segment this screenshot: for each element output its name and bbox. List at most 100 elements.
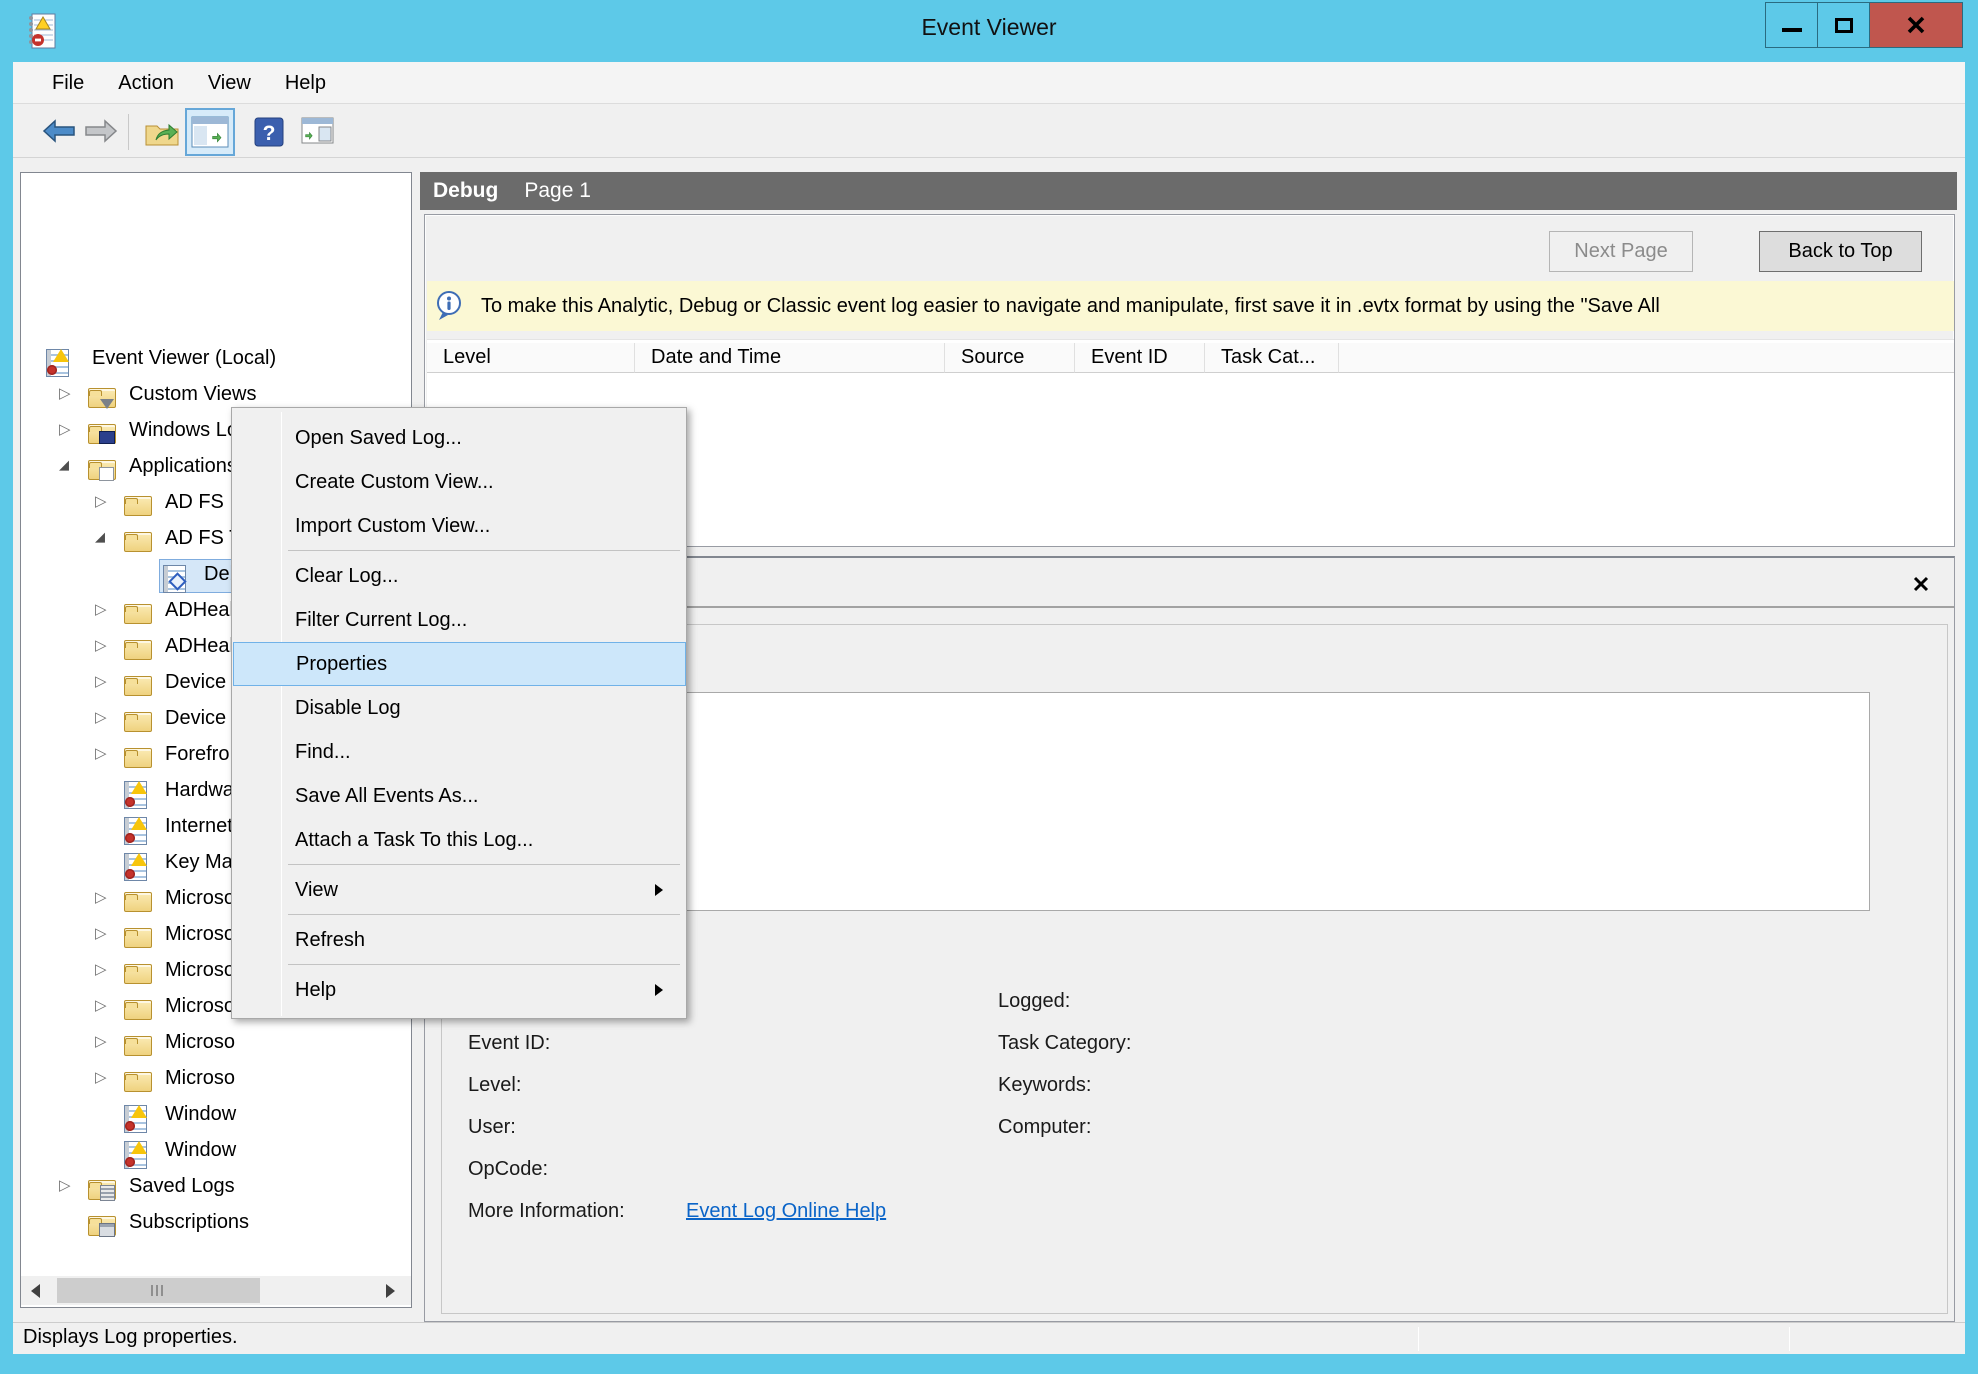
menu-item-disable-log[interactable]: Disable Log xyxy=(234,686,685,730)
results-pane-page: Page 1 xyxy=(524,179,591,203)
menu-item-find[interactable]: Find... xyxy=(234,730,685,774)
expand-expanded-icon[interactable] xyxy=(95,528,115,552)
column-filler xyxy=(1339,343,1954,373)
close-icon xyxy=(1912,575,1930,593)
menu-separator xyxy=(288,914,680,915)
folder-icon xyxy=(124,928,152,948)
horizontal-scrollbar[interactable] xyxy=(21,1276,411,1305)
tree-item-windows[interactable]: Window xyxy=(22,1134,410,1170)
event-viewer-icon xyxy=(46,349,69,377)
event-table-header: Level Date and Time Source Event ID Task… xyxy=(427,339,1954,375)
field-label-logged: Logged: xyxy=(998,990,1070,1016)
expand-collapsed-icon[interactable] xyxy=(59,420,79,444)
subscriptions-folder-icon xyxy=(88,1216,116,1236)
folder-icon xyxy=(124,532,152,552)
expand-collapsed-icon[interactable] xyxy=(95,888,115,912)
menu-item-clear-log[interactable]: Clear Log... xyxy=(234,554,685,598)
expand-collapsed-icon[interactable] xyxy=(59,384,79,408)
menu-item-open-saved-log[interactable]: Open Saved Log... xyxy=(234,416,685,460)
menu-item-attach-task[interactable]: Attach a Task To this Log... xyxy=(234,818,685,862)
folder-icon xyxy=(124,748,152,768)
scrollbar-thumb[interactable] xyxy=(57,1278,260,1303)
scroll-right-button[interactable] xyxy=(376,1276,405,1305)
folder-icon xyxy=(124,676,152,696)
back-to-top-button[interactable]: Back to Top xyxy=(1759,231,1922,272)
expand-collapsed-icon[interactable] xyxy=(95,960,115,984)
expand-collapsed-icon[interactable] xyxy=(59,1176,79,1200)
folder-icon xyxy=(124,964,152,984)
maximize-button[interactable] xyxy=(1817,2,1870,48)
expand-expanded-icon[interactable] xyxy=(59,456,79,480)
minimize-button[interactable] xyxy=(1765,2,1818,48)
expand-collapsed-icon[interactable] xyxy=(95,708,115,732)
folder-icon xyxy=(124,1000,152,1020)
menu-item-create-custom-view[interactable]: Create Custom View... xyxy=(234,460,685,504)
column-level[interactable]: Level xyxy=(427,343,635,373)
field-label-level: Level: xyxy=(468,1074,521,1100)
title-bar: Event Viewer xyxy=(0,0,1978,62)
open-saved-log-icon[interactable] xyxy=(144,116,180,153)
show-console-tree-icon xyxy=(191,116,229,148)
menu-action[interactable]: Action xyxy=(101,62,191,104)
next-page-button[interactable]: Next Page xyxy=(1549,231,1693,272)
menu-item-filter-current-log[interactable]: Filter Current Log... xyxy=(234,598,685,642)
forward-icon[interactable] xyxy=(83,116,119,151)
expand-collapsed-icon[interactable] xyxy=(95,600,115,624)
column-date-and-time[interactable]: Date and Time xyxy=(635,343,945,373)
menu-item-save-all-events-as[interactable]: Save All Events As... xyxy=(234,774,685,818)
show-console-tree-button[interactable] xyxy=(185,108,235,156)
menu-item-view[interactable]: View xyxy=(234,868,685,912)
field-label-keywords: Keywords: xyxy=(998,1074,1091,1100)
menu-item-refresh[interactable]: Refresh xyxy=(234,918,685,962)
debug-log-icon xyxy=(163,565,186,593)
expand-collapsed-icon[interactable] xyxy=(95,1032,115,1056)
menu-file[interactable]: File xyxy=(35,62,101,104)
export-list-icon[interactable] xyxy=(299,116,335,151)
minimize-icon xyxy=(1782,28,1802,32)
help-icon[interactable]: ? xyxy=(253,116,285,153)
tree-item-event-viewer-local[interactable]: Event Viewer (Local) xyxy=(22,342,410,378)
submenu-arrow-icon xyxy=(655,884,663,896)
expand-collapsed-icon[interactable] xyxy=(95,744,115,768)
expand-collapsed-icon[interactable] xyxy=(95,492,115,516)
tree-item-microsoft[interactable]: Microso xyxy=(22,1062,410,1098)
folder-icon xyxy=(124,640,152,660)
back-icon[interactable] xyxy=(41,116,77,151)
menu-bar: File Action View Help xyxy=(13,62,1965,104)
menu-help[interactable]: Help xyxy=(268,62,343,104)
event-log-icon xyxy=(124,781,147,809)
close-button[interactable] xyxy=(1869,2,1963,48)
menu-item-help[interactable]: Help xyxy=(234,968,685,1012)
folder-icon xyxy=(124,892,152,912)
column-event-id[interactable]: Event ID xyxy=(1075,343,1205,373)
info-bar: To make this Analytic, Debug or Classic … xyxy=(427,281,1954,331)
scroll-left-button[interactable] xyxy=(21,1276,50,1305)
expand-collapsed-icon[interactable] xyxy=(95,1068,115,1092)
tree-item-microsoft[interactable]: Microso xyxy=(22,1026,410,1062)
menu-item-properties[interactable]: Properties xyxy=(233,642,686,686)
expand-collapsed-icon[interactable] xyxy=(95,996,115,1020)
window-title: Event Viewer xyxy=(0,14,1978,41)
expand-collapsed-icon[interactable] xyxy=(95,924,115,948)
info-bar-message: To make this Analytic, Debug or Classic … xyxy=(481,295,1660,318)
windows-logs-folder-icon xyxy=(88,424,116,444)
event-log-online-help-link[interactable]: Event Log Online Help xyxy=(686,1200,886,1226)
folder-icon xyxy=(124,604,152,624)
expand-collapsed-icon[interactable] xyxy=(95,636,115,660)
expand-collapsed-icon[interactable] xyxy=(95,672,115,696)
column-source[interactable]: Source xyxy=(945,343,1075,373)
tree-item-saved-logs[interactable]: Saved Logs xyxy=(22,1170,410,1206)
folder-icon xyxy=(124,712,152,732)
column-task-category[interactable]: Task Cat... xyxy=(1205,343,1339,373)
tree-item-windows[interactable]: Window xyxy=(22,1098,410,1134)
scroll-left-icon xyxy=(31,1284,40,1298)
field-label-user: User: xyxy=(468,1116,516,1142)
tree-item-subscriptions[interactable]: Subscriptions xyxy=(22,1206,410,1242)
preview-close-button[interactable] xyxy=(1909,572,1933,596)
field-label-computer: Computer: xyxy=(998,1116,1091,1142)
menu-view[interactable]: View xyxy=(191,62,268,104)
status-bar-divider xyxy=(1418,1327,1419,1351)
field-label-more-information: More Information: xyxy=(468,1200,625,1226)
menu-item-import-custom-view[interactable]: Import Custom View... xyxy=(234,504,685,548)
menu-separator xyxy=(288,864,680,865)
